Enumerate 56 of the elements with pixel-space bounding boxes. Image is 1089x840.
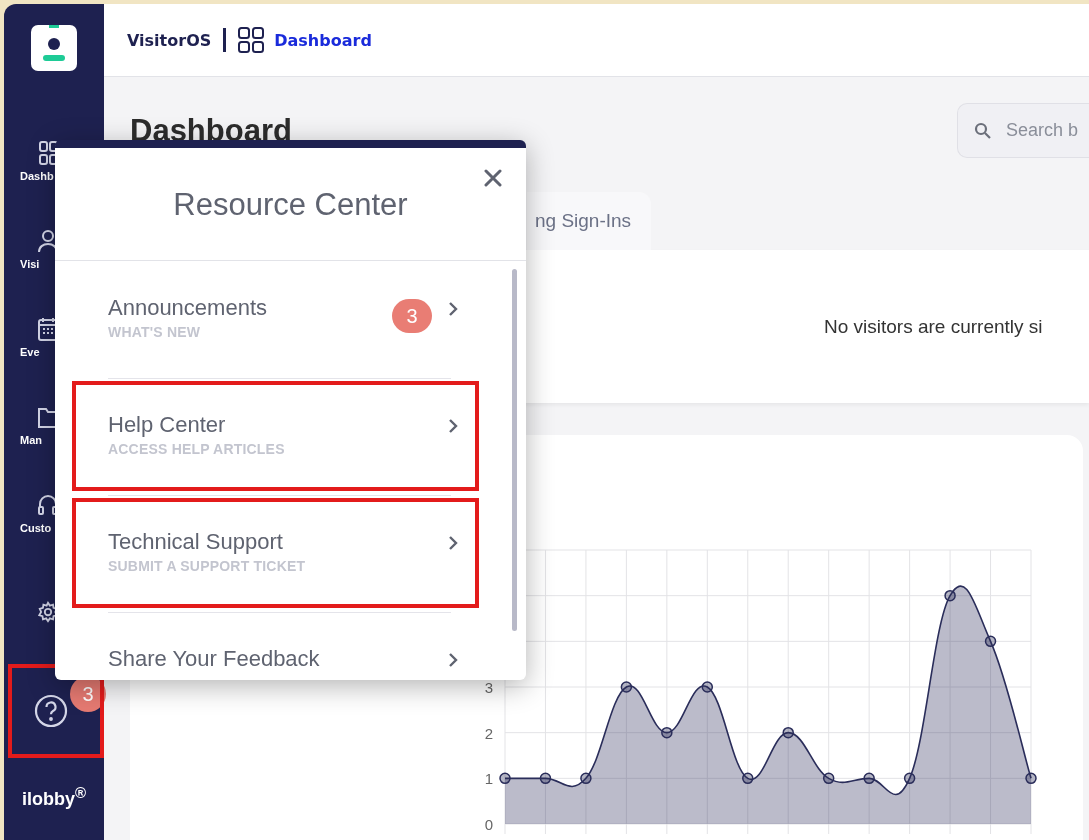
nav-label[interactable]: Dashb — [20, 170, 54, 182]
grid-icon[interactable] — [37, 140, 59, 166]
search-field[interactable]: Search b — [957, 103, 1089, 158]
resource-item[interactable]: Help Center ACCESS HELP ARTICLES — [72, 378, 479, 495]
badge-logo-icon — [31, 25, 77, 71]
nav-label[interactable]: Man — [20, 434, 42, 446]
chevron-right-icon — [448, 301, 458, 317]
close-icon — [484, 169, 502, 187]
count-badge: 3 — [392, 299, 432, 333]
page-title: Dashboard — [130, 112, 292, 149]
close-button[interactable] — [484, 169, 502, 187]
search-icon — [974, 121, 992, 140]
help-icon — [34, 694, 68, 728]
data-point — [944, 589, 956, 602]
axis-tick-label: 1 — [484, 770, 493, 788]
data-point — [903, 772, 916, 785]
search-input[interactable]: Search b — [1006, 120, 1086, 141]
data-point — [661, 726, 673, 739]
data-point — [863, 772, 875, 785]
data-point — [539, 772, 552, 785]
data-point — [499, 772, 511, 785]
tab[interactable]: ng Sign-Ins — [527, 192, 652, 250]
resource-item[interactable]: Technical Support SUBMIT A SUPPORT TICKET — [72, 495, 479, 612]
data-point — [782, 726, 794, 739]
data-point — [742, 772, 754, 785]
breadcrumb-link[interactable]: Dashboard — [274, 30, 372, 50]
data-point — [701, 681, 714, 693]
item-title: Announcements — [108, 294, 267, 322]
app-name: VisitorOS — [127, 30, 212, 50]
chevron-right-icon — [448, 535, 458, 551]
item-subtitle: WHAT'S NEW — [108, 324, 201, 340]
axis-tick-label: 3 — [484, 679, 493, 696]
item-title: Share Your Feedback — [108, 645, 320, 673]
item-title: Technical Support — [108, 528, 283, 556]
chevron-right-icon — [448, 652, 458, 668]
separator-bar — [223, 28, 227, 52]
grid-icon — [238, 27, 265, 53]
item-subtitle: ACCESS HELP ARTICLES — [108, 441, 285, 457]
data-point — [822, 772, 835, 785]
axis-tick-label: 0 — [484, 816, 493, 833]
scrollbar[interactable] — [512, 269, 517, 631]
item-subtitle: SUBMIT A SUPPORT TICKET — [108, 558, 306, 574]
nav-label[interactable]: Custo — [20, 522, 52, 534]
nav-label[interactable]: Eve — [20, 346, 40, 358]
brand-logo: ilobby$^{®}$ — [20, 784, 88, 810]
data-point — [580, 772, 592, 785]
data-point — [984, 635, 997, 648]
data-point — [620, 681, 633, 693]
panel-title: Resource Center — [173, 187, 408, 223]
chevron-right-icon — [448, 418, 458, 434]
axis-tick-label: 2 — [484, 724, 493, 742]
empty-message: No visitors are currently si — [824, 315, 1043, 338]
item-title: Help Center — [108, 411, 226, 439]
resource-item[interactable]: Announcements WHAT'S NEW 3 — [72, 261, 479, 378]
nav-label[interactable]: Visi — [20, 258, 40, 270]
data-point — [1025, 772, 1037, 785]
